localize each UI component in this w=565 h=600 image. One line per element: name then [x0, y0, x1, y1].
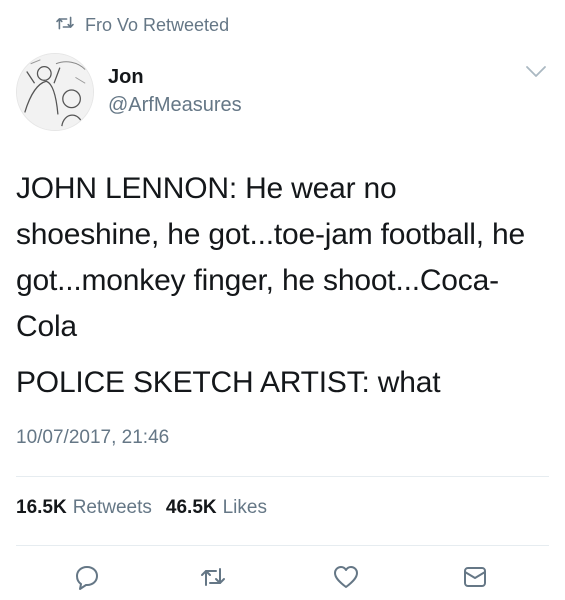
- like-icon: [334, 566, 358, 588]
- tweet-paragraph: JOHN LENNON: He wear no shoeshine, he go…: [16, 172, 526, 343]
- divider: [16, 545, 549, 546]
- retweet-context-icon: [55, 15, 75, 36]
- retweet-button[interactable]: [196, 560, 230, 594]
- retweets-label[interactable]: Retweets: [73, 497, 152, 519]
- timestamp[interactable]: 10/07/2017, 21:46: [16, 427, 169, 449]
- display-name[interactable]: Jon: [108, 65, 242, 89]
- like-button[interactable]: [329, 560, 363, 594]
- tweet-text: JOHN LENNON: He wear no shoeshine, he go…: [16, 166, 536, 406]
- handle[interactable]: @ArfMeasures: [108, 91, 242, 119]
- action-bar: [0, 560, 565, 594]
- author-names[interactable]: Jon @ArfMeasures: [108, 65, 242, 119]
- retweet-context: Fro Vo Retweeted: [55, 13, 229, 37]
- message-icon: [464, 567, 486, 587]
- likes-count[interactable]: 46.5K: [166, 497, 217, 519]
- reply-button[interactable]: [70, 560, 104, 594]
- retweet-icon: [201, 568, 225, 586]
- retweet-context-text[interactable]: Fro Vo Retweeted: [85, 15, 229, 36]
- divider: [16, 476, 549, 477]
- avatar[interactable]: [16, 53, 94, 131]
- tweet-paragraph: POLICE SKETCH ARTIST: what: [16, 366, 441, 399]
- reply-icon: [76, 566, 98, 590]
- tweet-header: Jon @ArfMeasures: [16, 53, 549, 133]
- chevron-down-icon[interactable]: [523, 63, 549, 81]
- tweet-stats: 16.5K Retweets 46.5K Likes: [16, 497, 275, 519]
- message-button[interactable]: [458, 560, 492, 594]
- retweets-count[interactable]: 16.5K: [16, 497, 67, 519]
- likes-label[interactable]: Likes: [223, 497, 267, 519]
